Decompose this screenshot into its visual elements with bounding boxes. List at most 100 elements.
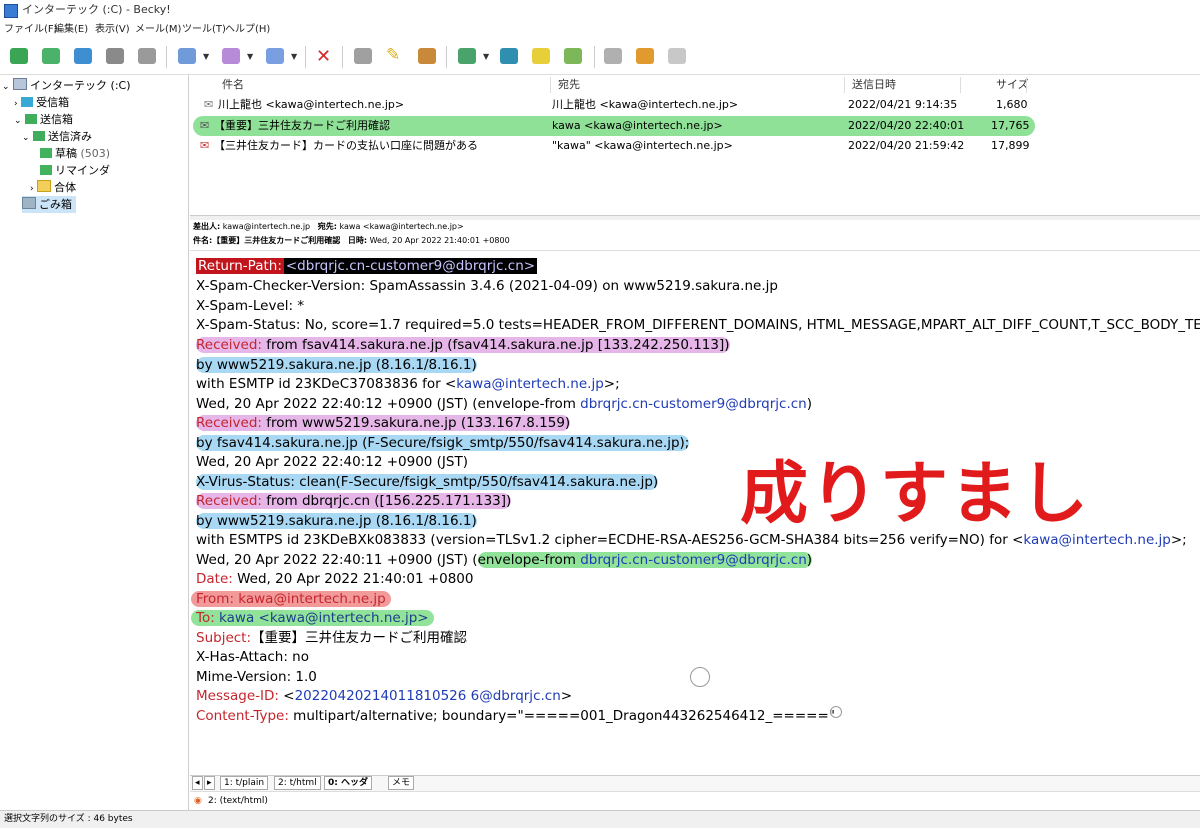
- table-row[interactable]: ✉ 【重要】三井住友カードご利用確認 kawa <kawa@intertech.…: [190, 116, 1200, 136]
- collapse-icon[interactable]: ⌄: [22, 133, 30, 143]
- to-value: kawa <kawa@intertech.ne.jp>: [339, 222, 464, 231]
- tree-sent-label: 送信済み: [48, 130, 93, 143]
- row-to: "kawa" <kawa@intertech.ne.jp>: [552, 139, 733, 152]
- column-date[interactable]: 送信日時: [852, 75, 896, 95]
- to-key: To:: [196, 610, 215, 626]
- header-line-content-type: Content-Type: multipart/alternative; bou…: [196, 707, 835, 726]
- pencil-icon[interactable]: ✎: [386, 45, 400, 65]
- to-value: kawa <kawa@intertech.ne.jp>: [214, 610, 429, 626]
- task-icon[interactable]: [564, 48, 582, 64]
- tree-reminder[interactable]: リマインダ: [40, 162, 110, 179]
- text-prefix: <: [278, 688, 295, 704]
- expand-icon[interactable]: ›: [14, 99, 18, 109]
- compose-dropdown-icon[interactable]: ▼: [203, 52, 209, 61]
- message-id-link[interactable]: 20220420214011810526 6@dbrqrjc.cn: [295, 688, 561, 704]
- inbox-icon: [21, 97, 34, 107]
- reply-dropdown-icon[interactable]: ▼: [247, 52, 253, 61]
- header-line-to: To: kawa <kawa@intertech.ne.jp>: [191, 609, 434, 628]
- menu-edit[interactable]: 編集(E): [54, 20, 88, 40]
- properties-icon[interactable]: [418, 48, 436, 64]
- column-to[interactable]: 宛先: [558, 75, 580, 95]
- computer-icon: [13, 78, 28, 90]
- collapse-icon[interactable]: ⌄: [14, 116, 22, 126]
- received-1-with: with ESMTP id 23KDeC37083836 for <: [196, 376, 457, 392]
- tray-icon[interactable]: [604, 48, 622, 64]
- header-line: X-Spam-Status: No, score=1.7 required=5.…: [196, 317, 1200, 333]
- tab-text-html[interactable]: 2: t/html: [274, 776, 321, 790]
- menu-tools[interactable]: ツール(T): [182, 20, 226, 40]
- tab-header[interactable]: 0: ヘッダ: [324, 776, 372, 790]
- filter-icon[interactable]: [354, 48, 372, 64]
- note-icon[interactable]: [532, 48, 550, 64]
- tree-inbox[interactable]: › 受信箱: [14, 94, 69, 111]
- header-line: by fsav414.sakura.ne.jp (F-Secure/fsigk_…: [196, 434, 690, 453]
- receive-icon[interactable]: [42, 48, 60, 64]
- message-summary-header: 差出人: kawa@intertech.ne.jp 宛先: kawa <kawa…: [190, 220, 1200, 251]
- header-line: X-Spam-Level: *: [196, 298, 305, 314]
- text-suffix: ): [806, 396, 813, 412]
- date-value: Wed, 20 Apr 2022 21:40:01 +0800: [369, 236, 510, 245]
- expand-icon[interactable]: ›: [30, 184, 34, 194]
- plugin-icon[interactable]: [636, 48, 654, 64]
- received-key: Received:: [196, 337, 262, 353]
- attachment-item[interactable]: 2: (text/html): [208, 792, 268, 810]
- received-3-highlight: Received: from dbrqrjc.cn ([156.225.171.…: [196, 493, 512, 509]
- drafts-icon: [40, 148, 52, 158]
- received-key: Received:: [196, 493, 262, 509]
- menu-file[interactable]: ファイル(F): [4, 20, 58, 40]
- column-size[interactable]: サイズ: [996, 75, 1029, 95]
- forward-dropdown-icon[interactable]: ▼: [291, 52, 297, 61]
- tab-memo[interactable]: メモ: [388, 776, 415, 790]
- send-icon[interactable]: [74, 48, 92, 64]
- tree-sent[interactable]: ⌄ 送信済み: [22, 128, 92, 145]
- table-row[interactable]: ✉ 川上龍也 <kawa@intertech.ne.jp> 川上龍也 <kawa…: [190, 95, 1200, 115]
- table-row[interactable]: ✉ 【三井住友カード】カードの支払い口座に問題がある "kawa" <kawa@…: [190, 136, 1200, 156]
- email-link[interactable]: dbrqrjc.cn-customer9@dbrqrjc.cn: [580, 396, 807, 412]
- tree-trash[interactable]: ごみ箱: [22, 196, 76, 213]
- header-line: Wed, 20 Apr 2022 22:40:11 +0900 (JST) (e…: [196, 551, 813, 570]
- layout-icon[interactable]: [668, 48, 686, 64]
- address-book-icon[interactable]: [106, 48, 124, 64]
- menu-mail[interactable]: メール(M): [135, 20, 181, 40]
- delete-icon[interactable]: ✕: [316, 46, 331, 67]
- text-suffix: >;: [1170, 532, 1187, 548]
- row-date: 2022/04/20 22:40:01: [848, 119, 965, 132]
- subject-key: Subject:: [196, 630, 252, 646]
- tree-merged[interactable]: › 合体: [30, 179, 76, 196]
- compose-icon[interactable]: [178, 48, 196, 64]
- forward-icon[interactable]: [266, 48, 284, 64]
- menu-help[interactable]: ヘルプ(H): [225, 20, 270, 40]
- row-size: 17,765: [991, 119, 1030, 132]
- drafts-count: (503): [80, 147, 111, 160]
- tree-drafts[interactable]: 草稿 (503): [40, 145, 110, 162]
- tab-text-plain[interactable]: 1: t/plain: [220, 776, 269, 790]
- menu-view[interactable]: 表示(V): [95, 20, 130, 40]
- sent-folder-icon: [33, 131, 46, 141]
- tree-inbox-label: 受信箱: [36, 96, 70, 109]
- column-subject[interactable]: 件名: [222, 75, 244, 95]
- cursor-circle: [690, 667, 710, 687]
- row-subject: 川上龍也 <kawa@intertech.ne.jp>: [218, 98, 405, 111]
- sync-icon[interactable]: [500, 48, 518, 64]
- receive-all-icon[interactable]: [10, 48, 28, 64]
- tree-account[interactable]: ⌄ インターテック (:C): [2, 77, 131, 94]
- tab-scroll-right-icon[interactable]: ▸: [204, 776, 215, 790]
- header-line-received-1: Received: from fsav414.sakura.ne.jp (fsa…: [196, 336, 730, 355]
- received-3-date: Wed, 20 Apr 2022 22:40:11 +0900 (JST) (: [196, 552, 478, 568]
- email-link[interactable]: dbrqrjc.cn-customer9@dbrqrjc.cn: [580, 552, 807, 568]
- reply-icon[interactable]: [222, 48, 240, 64]
- print-icon[interactable]: [138, 48, 156, 64]
- header-line-received-2: Received: from www5219.sakura.ne.jp (133…: [196, 414, 571, 433]
- tree-outbox[interactable]: ⌄ 送信箱: [14, 111, 73, 128]
- content-type-value: multipart/alternative; boundary="=====00…: [288, 708, 835, 724]
- check-mail-dropdown-icon[interactable]: ▼: [483, 52, 489, 61]
- menu-bar: ファイル(F) 編集(E) 表示(V) メール(M) ツール(T) ヘルプ(H): [0, 20, 1200, 40]
- received-1-date: Wed, 20 Apr 2022 22:40:12 +0900 (JST) (e…: [196, 396, 581, 412]
- collapse-icon[interactable]: ⌄: [2, 82, 10, 92]
- check-mail-icon[interactable]: [458, 48, 476, 64]
- from-value: kawa@intertech.ne.jp: [222, 222, 311, 231]
- email-link[interactable]: kawa@intertech.ne.jp: [456, 376, 603, 392]
- received-3-by: by www5219.sakura.ne.jp (8.16.1/8.16.1): [196, 513, 477, 529]
- tab-scroll-left-icon[interactable]: ◂: [192, 776, 203, 790]
- date-label: 日時:: [347, 236, 368, 245]
